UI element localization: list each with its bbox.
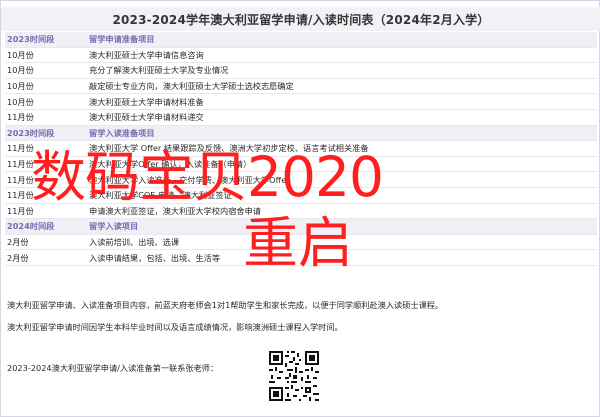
page-title: 2023-2024学年澳大利亚留学申请/入读时间表（2024年2月入学） bbox=[112, 12, 490, 27]
note-text: 澳大利亚留学申请、入读准备项目内容，前蓝天府老师会1对1帮助学生和家长完成，以便… bbox=[7, 300, 444, 310]
note-text: 澳大利亚留学申请时间因学生本科毕业时间以及语言成绩情况，影响澳洲硕士课程入学时间… bbox=[7, 322, 343, 332]
row-desc: 留学入读准备项目 bbox=[89, 127, 155, 138]
row-time: 2月份 bbox=[7, 252, 29, 263]
overlay-title: 数码宝贝2020 bbox=[31, 145, 384, 209]
row-desc: 充分了解澳大利亚硕士大学及专业情况 bbox=[89, 65, 229, 76]
row-time: 10月份 bbox=[7, 81, 34, 92]
row-time: 2月份 bbox=[7, 237, 29, 248]
overlay-subtitle: 重启 bbox=[243, 211, 354, 275]
row-desc: 留学申请准备项目 bbox=[89, 34, 155, 45]
row-desc: 澳大利亚硕士大学申请材料递交 bbox=[89, 112, 204, 123]
notes-section: 澳大利亚留学申请、入读准备项目内容，前蓝天府老师会1对1帮助学生和家长完成，以便… bbox=[7, 299, 597, 343]
row-desc: 澳大利亚硕士大学申请材料准备 bbox=[89, 96, 204, 107]
table-row: 10月份 充分了解澳大利亚硕士大学及专业情况 bbox=[5, 63, 597, 79]
row-time: 10月份 bbox=[7, 65, 34, 76]
header-bar: 2023-2024学年澳大利亚留学申请/入读时间表（2024年2月入学） bbox=[1, 7, 600, 31]
footer-contact: 2023-2024澳大利亚留学申请/入读准备第一联系张老师： bbox=[7, 363, 219, 373]
table-row: 11月份 澳大利亚硕士大学申请材料递交 bbox=[5, 110, 597, 126]
table-row: 10月份 澳大利亚硕士大学申请材料准备 bbox=[5, 94, 597, 110]
row-time: 2023时间段 bbox=[7, 34, 55, 45]
schedule-card: 2023-2024学年澳大利亚留学申请/入读时间表（2024年2月入学） 202… bbox=[0, 0, 600, 417]
table-row-section: 2023时间段 留学申请准备项目 bbox=[5, 32, 597, 48]
row-desc: 澳大利亚硕士大学申请信息咨询 bbox=[89, 49, 204, 60]
row-time: 10月份 bbox=[7, 49, 34, 60]
row-desc: 敲定硕士专业方向，澳大利亚硕士大学硕士选校志愿确定 bbox=[89, 81, 294, 92]
table-row: 10月份 澳大利亚硕士大学申请信息咨询 bbox=[5, 48, 597, 64]
row-time: 2023时间段 bbox=[7, 127, 55, 138]
row-time: 11月份 bbox=[7, 112, 34, 123]
qr-code-icon bbox=[267, 349, 321, 403]
row-time: 10月份 bbox=[7, 96, 34, 107]
table-row-section: 2023时间段 留学入读准备项目 bbox=[5, 125, 597, 142]
table-row: 10月份 敲定硕士专业方向，澳大利亚硕士大学硕士选校志愿确定 bbox=[5, 79, 597, 95]
row-time: 2024时间段 bbox=[7, 221, 55, 232]
